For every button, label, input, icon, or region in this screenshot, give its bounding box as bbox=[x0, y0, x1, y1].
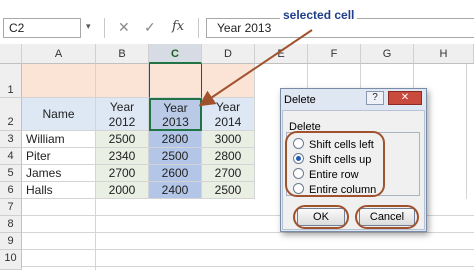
dialog-title: Delete bbox=[284, 94, 316, 106]
selected-cell-callout: selected cell bbox=[280, 8, 358, 22]
help-icon[interactable]: ? bbox=[366, 91, 384, 105]
cancel-highlight-oval bbox=[355, 205, 419, 229]
options-highlight-oval bbox=[285, 131, 385, 197]
close-icon[interactable]: ✕ bbox=[388, 91, 422, 105]
ok-highlight-oval bbox=[293, 205, 349, 229]
